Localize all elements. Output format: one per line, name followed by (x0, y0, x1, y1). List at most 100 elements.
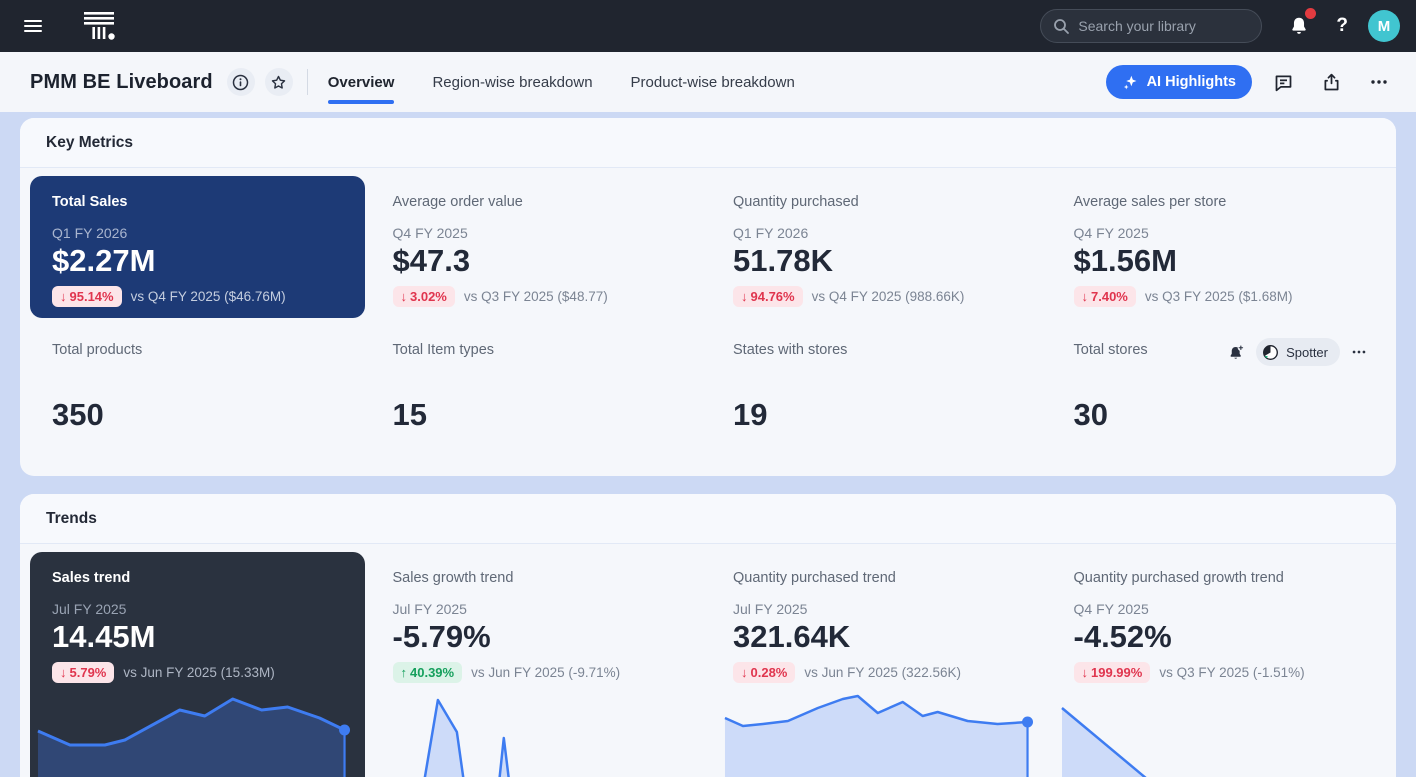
change-percent: 0.28% (751, 665, 788, 680)
kpi-period: Jul FY 2025 (52, 601, 343, 617)
kpi-value: -5.79% (393, 619, 684, 655)
change-badge: ↓95.14% (52, 286, 122, 307)
tab-region-wise-breakdown[interactable]: Region-wise breakdown (432, 52, 592, 112)
kpi-value: -4.52% (1074, 619, 1365, 655)
kpi-tile-total-item-types[interactable]: Total Item types15 (371, 324, 706, 466)
sparkline-chart (371, 690, 706, 777)
change-percent: 199.99% (1091, 665, 1142, 680)
trends-header: Trends (20, 494, 1396, 544)
info-icon[interactable] (227, 68, 255, 96)
comment-icon[interactable] (1266, 65, 1300, 99)
kpi-title: Average sales per store (1074, 194, 1365, 210)
library-search[interactable] (1040, 9, 1262, 43)
kpi-change-row: ↓199.99% vs Q3 FY 2025 (-1.51%) (1074, 662, 1365, 683)
change-percent: 40.39% (410, 665, 454, 680)
kpi-tile-average-sales-per-store[interactable]: Average sales per storeQ4 FY 2025$1.56M↓… (1052, 176, 1387, 318)
kpi-tile-quantity-purchased-growth-trend[interactable]: Quantity purchased growth trend Q4 FY 202… (1052, 552, 1387, 777)
kpi-tile-quantity-purchased[interactable]: Quantity purchasedQ1 FY 202651.78K↓94.76… (711, 176, 1046, 318)
help-icon[interactable]: ? (1330, 15, 1354, 37)
trend-down-icon: ↓ (401, 289, 408, 304)
kpi-period: Q1 FY 2026 (52, 225, 343, 241)
trend-down-icon: ↓ (741, 665, 748, 680)
tile-hover-actions: Spotter (1225, 338, 1370, 366)
tab-overview[interactable]: Overview (328, 52, 395, 112)
change-percent: 3.02% (410, 289, 447, 304)
liveboard-content: Key Metrics Total SalesQ1 FY 2026$2.27M↓… (0, 112, 1416, 777)
kpi-value: 19 (733, 397, 1024, 433)
key-metrics-grid: Total SalesQ1 FY 2026$2.27M↓95.14%vs Q4 … (20, 168, 1396, 476)
sparkline-chart (1052, 690, 1387, 777)
user-avatar[interactable]: M (1368, 10, 1400, 42)
change-comparison: vs Jun FY 2025 (15.33M) (123, 665, 274, 680)
kpi-period: Q4 FY 2025 (393, 225, 684, 241)
favorite-star-icon[interactable] (265, 68, 293, 96)
search-input[interactable] (1078, 18, 1249, 34)
change-percent: 7.40% (1091, 289, 1128, 304)
kpi-period: Jul FY 2025 (733, 601, 1024, 617)
change-percent: 94.76% (751, 289, 795, 304)
change-badge: ↓0.28% (733, 662, 795, 683)
kpi-tile-quantity-purchased-trend[interactable]: Quantity purchased trend Jul FY 2025 321.6… (711, 552, 1046, 777)
kpi-value: 15 (393, 397, 684, 433)
spotter-button[interactable]: Spotter (1256, 338, 1340, 366)
trend-down-icon: ↓ (60, 665, 67, 680)
ellipsis-icon (1350, 343, 1368, 361)
kpi-tile-sales-growth-trend[interactable]: Sales growth trendJul FY 2025-5.79%↑40.3… (371, 552, 706, 777)
kpi-value: 30 (1074, 397, 1365, 433)
kpi-title: Sales growth trend (393, 570, 684, 586)
sparkle-icon (1122, 74, 1139, 91)
tab-product-wise-breakdown[interactable]: Product-wise breakdown (631, 52, 795, 112)
kpi-tile-average-order-value[interactable]: Average order valueQ4 FY 2025$47.3↓3.02%… (371, 176, 706, 318)
kpi-change-row: ↓0.28% vs Jun FY 2025 (322.56K) (733, 662, 1024, 683)
kpi-value: 350 (52, 397, 343, 433)
kpi-title: Total Sales (52, 194, 343, 210)
section-title: Trends (46, 510, 97, 528)
kpi-tile-total-stores[interactable]: Total stores30Spotter (1052, 324, 1387, 466)
top-navigation-bar: ? M (0, 0, 1416, 52)
spotter-logo-icon (1262, 344, 1279, 361)
key-metrics-panel: Key Metrics Total SalesQ1 FY 2026$2.27M↓… (20, 118, 1396, 476)
kpi-title: Quantity purchased growth trend (1074, 570, 1365, 586)
create-alert-button[interactable] (1225, 341, 1248, 364)
share-icon[interactable] (1314, 65, 1348, 99)
kpi-tile-sales-trend[interactable]: Sales trendJul FY 202514.45M↓5.79%vs Jun… (30, 552, 365, 777)
kpi-tile-total-products[interactable]: Total products 350 (30, 324, 365, 466)
kpi-value: 51.78K (733, 243, 1024, 279)
more-options-icon[interactable] (1362, 65, 1396, 99)
trend-up-icon: ↑ (401, 665, 408, 680)
sparkline-chart (30, 690, 365, 777)
kpi-period: Q4 FY 2025 (1074, 601, 1365, 617)
kpi-change-row: ↓95.14%vs Q4 FY 2025 ($46.76M) (52, 286, 343, 307)
kpi-change-row: ↓5.79% vs Jun FY 2025 (15.33M) (52, 662, 343, 683)
change-comparison: vs Q4 FY 2025 (988.66K) (812, 289, 965, 304)
tile-more-button[interactable] (1348, 341, 1370, 363)
change-percent: 5.79% (70, 665, 107, 680)
kpi-tile-states-with-stores[interactable]: States with stores19 (711, 324, 1046, 466)
kpi-value: $47.3 (393, 243, 684, 279)
hamburger-menu-icon[interactable] (16, 9, 50, 43)
kpi-tile-total-sales[interactable]: Total SalesQ1 FY 2026$2.27M↓95.14%vs Q4 … (30, 176, 365, 318)
ai-highlights-button[interactable]: AI Highlights (1106, 65, 1252, 99)
bell-plus-icon (1227, 343, 1246, 362)
key-metrics-header: Key Metrics (20, 118, 1396, 168)
spotter-label: Spotter (1286, 345, 1328, 360)
divider (307, 69, 308, 95)
change-badge: ↓5.79% (52, 662, 114, 683)
kpi-change-row: ↓7.40% vs Q3 FY 2025 ($1.68M) (1074, 286, 1365, 307)
change-comparison: vs Q3 FY 2025 ($48.77) (464, 289, 608, 304)
kpi-change-row: ↑40.39% vs Jun FY 2025 (-9.71%) (393, 662, 684, 683)
change-badge: ↓199.99% (1074, 662, 1151, 683)
change-comparison: vs Jun FY 2025 (-9.71%) (471, 665, 620, 680)
change-comparison: vs Q3 FY 2025 (-1.51%) (1159, 665, 1304, 680)
change-badge: ↓3.02% (393, 286, 455, 307)
trends-grid: Sales trendJul FY 202514.45M↓5.79%vs Jun… (20, 544, 1396, 777)
change-badge: ↑40.39% (393, 662, 463, 683)
kpi-title: Total products (52, 342, 343, 358)
kpi-title: Quantity purchased trend (733, 570, 1024, 586)
kpi-value: 321.64K (733, 619, 1024, 655)
thoughtspot-logo-icon[interactable] (80, 9, 118, 43)
change-comparison: vs Jun FY 2025 (322.56K) (804, 665, 961, 680)
trend-down-icon: ↓ (741, 289, 748, 304)
change-badge: ↓7.40% (1074, 286, 1136, 307)
change-comparison: vs Q3 FY 2025 ($1.68M) (1145, 289, 1293, 304)
